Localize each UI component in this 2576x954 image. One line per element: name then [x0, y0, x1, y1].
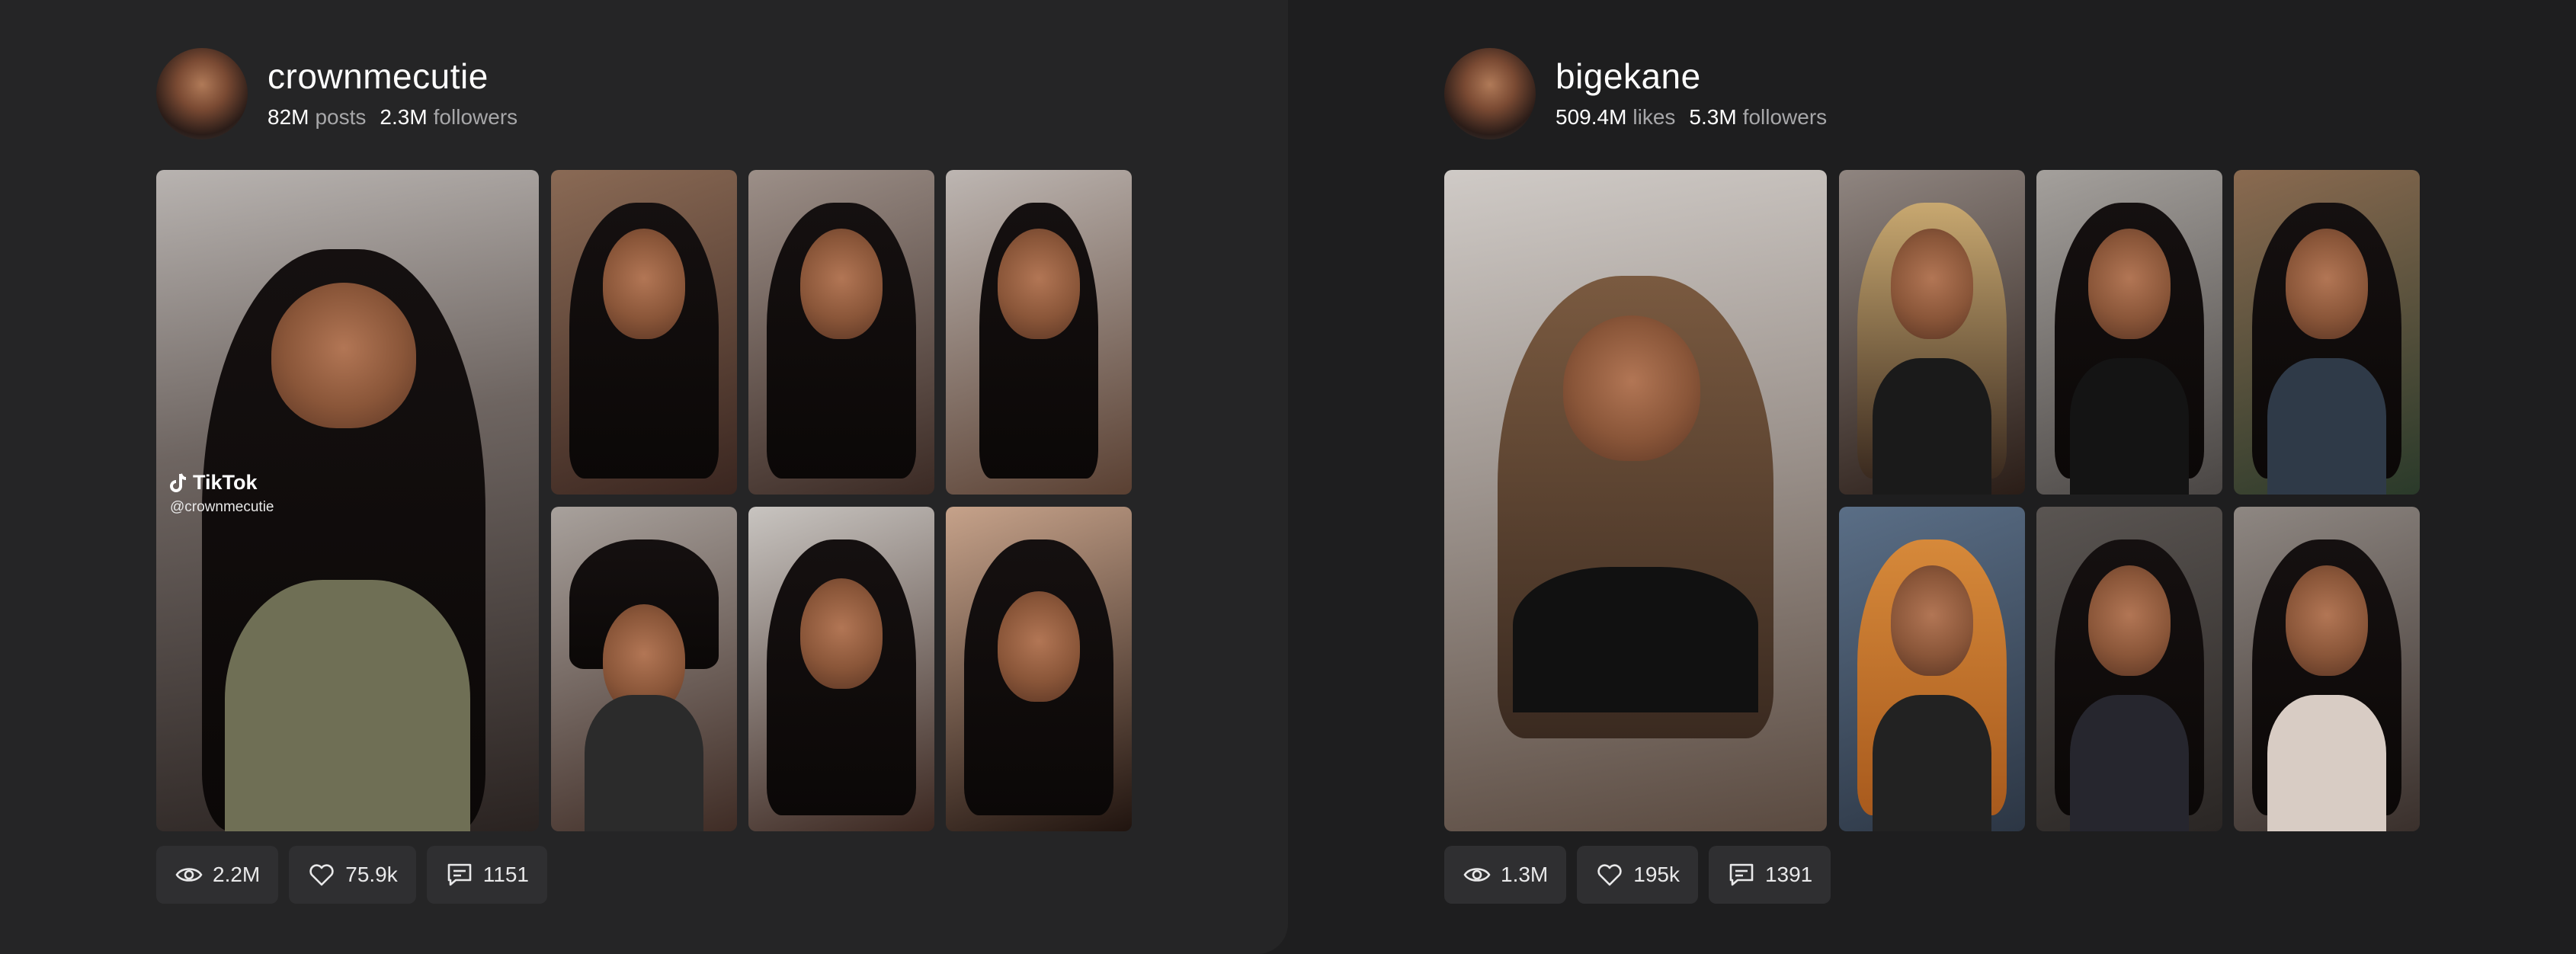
- comments-button[interactable]: 1391: [1708, 846, 1831, 904]
- video-thumbnail[interactable]: [748, 507, 934, 831]
- views-button[interactable]: 2.2M: [156, 846, 279, 904]
- posts-label: posts: [315, 105, 367, 129]
- creator-stats: 509.4M likes 5.3M followers: [1556, 102, 1841, 133]
- video-thumbnail[interactable]: [551, 507, 737, 831]
- tiktok-handle: @crownmecutie: [170, 499, 274, 515]
- tiktok-watermark: TikTok @crownmecutie: [170, 471, 274, 516]
- video-thumbnail[interactable]: [946, 170, 1132, 495]
- username[interactable]: crownmecutie: [268, 55, 531, 98]
- creator-header: bigekane 509.4M likes 5.3M followers: [1444, 47, 1841, 140]
- followers-label: followers: [433, 105, 518, 129]
- heart-icon: [309, 864, 334, 886]
- likes-count: 75.9k: [345, 863, 398, 886]
- video-thumbnail[interactable]: [1839, 170, 2025, 495]
- heart-icon: [1597, 864, 1622, 886]
- views-count: 1.3M: [1501, 863, 1549, 886]
- engagement-bar: 1.3M 195k 1391: [1444, 846, 1841, 904]
- eye-icon: [1463, 868, 1491, 882]
- tiktok-logo-icon: [170, 472, 187, 492]
- avatar[interactable]: [156, 48, 248, 139]
- views-button[interactable]: 1.3M: [1444, 846, 1567, 904]
- username[interactable]: bigekane: [1556, 55, 1841, 98]
- avatar[interactable]: [1444, 48, 1536, 139]
- eye-icon: [175, 868, 203, 882]
- video-thumbnail[interactable]: [2036, 170, 2222, 495]
- creator-card-bigekane: bigekane 509.4M likes 5.3M followers 1.3M 1…: [1288, 0, 2576, 954]
- video-thumbnail[interactable]: [2036, 507, 2222, 831]
- likes-label: likes: [1632, 105, 1676, 129]
- video-thumbnail[interactable]: [551, 170, 737, 495]
- followers-count: 5.3M: [1689, 105, 1737, 129]
- video-thumbnail[interactable]: [2234, 507, 2420, 831]
- creator-card-crownmecutie: crownmecutie 82M posts 2.3M followers TikTo…: [0, 0, 1288, 954]
- video-thumbnail-featured[interactable]: [1444, 170, 1827, 831]
- likes-count: 195k: [1633, 863, 1680, 886]
- video-grid: [1444, 170, 2420, 831]
- followers-label: followers: [1742, 105, 1828, 129]
- likes-count: 509.4M: [1556, 105, 1627, 129]
- video-thumbnail[interactable]: [2234, 170, 2420, 495]
- comments-count: 1391: [1764, 863, 1813, 886]
- creator-stats: 82M posts 2.3M followers: [268, 102, 531, 133]
- creator-header: crownmecutie 82M posts 2.3M followers: [156, 47, 531, 140]
- likes-button[interactable]: 75.9k: [289, 846, 416, 904]
- followers-count: 2.3M: [380, 105, 428, 129]
- views-count: 2.2M: [213, 863, 261, 886]
- comments-count: 1151: [482, 863, 529, 886]
- video-thumbnail[interactable]: [946, 507, 1132, 831]
- engagement-bar: 2.2M 75.9k 1151: [156, 846, 558, 904]
- video-grid: TikTok @crownmecutie: [156, 170, 1132, 831]
- posts-count: 82M: [268, 105, 309, 129]
- comment-icon: [1729, 863, 1754, 886]
- tiktok-brand-label: TikTok: [193, 471, 258, 494]
- comment-icon: [447, 863, 472, 886]
- likes-button[interactable]: 195k: [1577, 846, 1698, 904]
- comments-button[interactable]: 1151: [426, 846, 547, 904]
- video-thumbnail[interactable]: [748, 170, 934, 495]
- video-thumbnail-featured[interactable]: TikTok @crownmecutie: [156, 170, 539, 831]
- video-thumbnail[interactable]: [1839, 507, 2025, 831]
